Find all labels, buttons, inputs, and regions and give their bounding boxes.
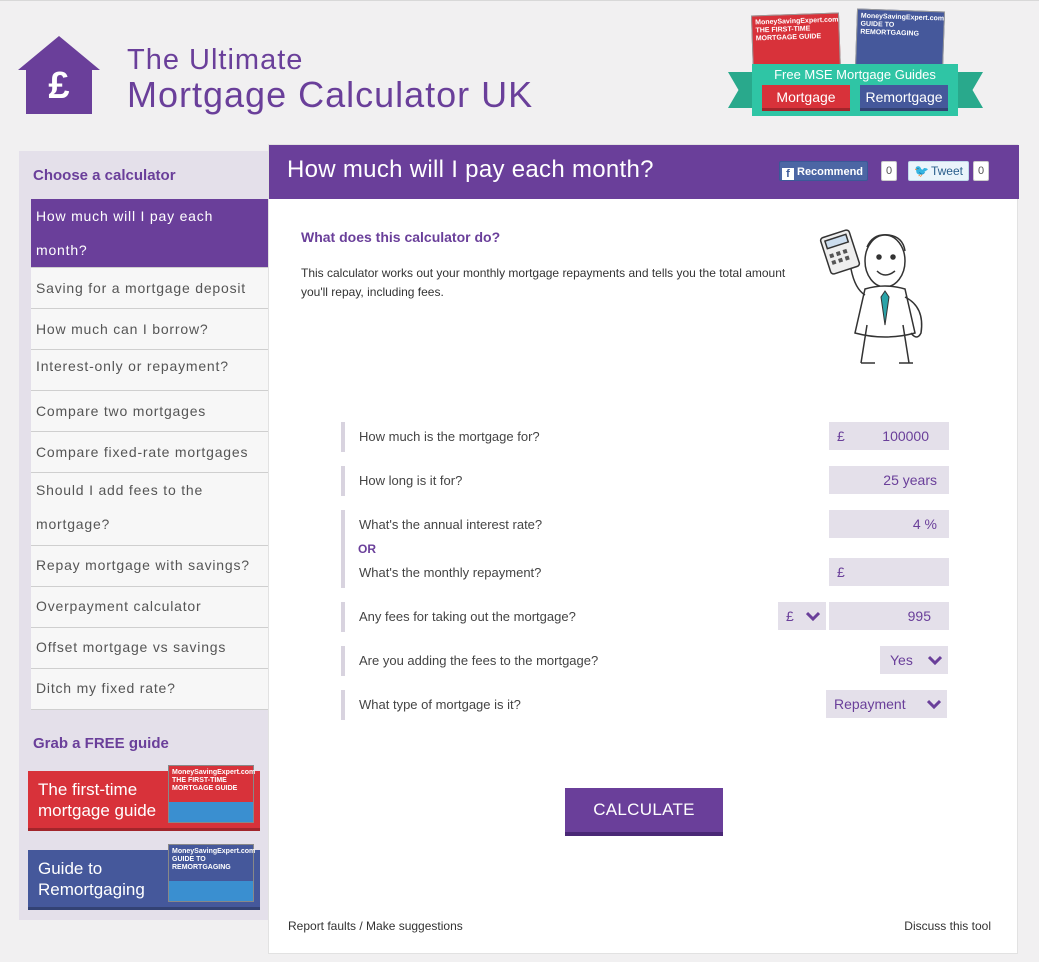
type-value: Repayment <box>834 696 906 712</box>
form-row-type: What type of mortgage is it? Repayment <box>341 690 951 720</box>
amount-label: How much is the mortgage for? <box>359 429 540 444</box>
remortgaging-guide-card[interactable]: Guide to Remortgaging MoneySavingExpert.… <box>28 844 260 910</box>
rate-label: What's the annual interest rate? <box>359 517 543 532</box>
calculator-panel: How much will I pay each month? f Recomme… <box>268 144 1019 954</box>
book-title: THE FIRST-TIME MORTGAGE GUIDE <box>172 777 238 792</box>
calculator-menu: How much will I pay each month? Saving f… <box>31 199 269 710</box>
form-row-rate-or-repayment: What's the annual interest rate? 4 % Wha… <box>341 510 951 588</box>
form-row-term: How long is it for? 25 years <box>341 466 951 496</box>
book-title: THE FIRST-TIME MORTGAGE GUIDE <box>755 25 822 43</box>
sidebar-item-compare-two[interactable]: Compare two mortgages <box>31 391 269 432</box>
discuss-tool-link[interactable]: Discuss this tool <box>904 919 991 933</box>
fees-value: 995 <box>907 608 931 624</box>
book-title: GUIDE TO REMORTGAGING <box>172 856 231 871</box>
mortgage-term-input[interactable]: 25 years <box>829 466 949 494</box>
sidebar-item-offset[interactable]: Offset mortgage vs savings <box>31 628 269 669</box>
mortgage-guide-button[interactable]: Mortgage <box>762 85 850 111</box>
remortgage-guide-button[interactable]: Remortgage <box>860 85 948 111</box>
promo-ribbon: Free MSE Mortgage Guides Mortgage Remort… <box>728 64 983 116</box>
amount-value: 100000 <box>882 428 929 444</box>
what-does-it-do-heading: What does this calculator do? <box>301 229 501 245</box>
sidebar-heading: Choose a calculator <box>33 167 176 184</box>
sidebar-item-overpayment[interactable]: Overpayment calculator <box>31 587 269 628</box>
man-with-calculator-illustration-icon <box>819 229 923 364</box>
add-fees-value: Yes <box>890 652 913 668</box>
tweet-label: Tweet <box>930 164 963 178</box>
add-fees-label: Are you adding the fees to the mortgage? <box>359 653 599 668</box>
book-brand: MoneySavingExpert.com <box>172 848 256 855</box>
monthly-repayment-input[interactable]: £ <box>829 558 949 586</box>
remortgaging-guide-thumb: MoneySavingExpert.com GUIDE TO REMORTGAG… <box>168 844 256 902</box>
promo-label: Free MSE Mortgage Guides <box>774 67 936 82</box>
book-band <box>169 802 253 822</box>
form-row-amount: How much is the mortgage for? £ 100000 <box>341 422 951 452</box>
fees-unit-value: £ <box>786 608 794 624</box>
recommend-count: 0 <box>881 161 898 181</box>
add-fees-select[interactable]: Yes <box>880 646 948 674</box>
calculate-button[interactable]: CALCULATE <box>565 788 723 836</box>
top-border <box>0 0 1039 1</box>
pound-prefix: £ <box>837 564 845 580</box>
pound-prefix: £ <box>837 428 845 444</box>
remortgaging-guide-label: Guide to Remortgaging <box>38 859 145 899</box>
chevron-down-icon <box>928 655 942 665</box>
repayment-label: What's the monthly repayment? <box>359 565 542 580</box>
term-value: 25 years <box>883 472 937 488</box>
sidebar-item-interest-only[interactable]: Interest-only or repayment? <box>31 350 269 391</box>
type-label: What type of mortgage is it? <box>359 697 521 712</box>
sidebar-item-borrow[interactable]: How much can I borrow? <box>31 309 269 350</box>
sidebar-item-add-fees[interactable]: Should I add fees to the mortgage? <box>31 473 269 546</box>
sidebar-item-deposit[interactable]: Saving for a mortgage deposit <box>31 268 269 309</box>
rate-value: 4 % <box>912 516 937 532</box>
term-label: How long is it for? <box>359 473 463 488</box>
first-time-guide-card[interactable]: The first-time mortgage guide MoneySavin… <box>28 765 260 831</box>
chevron-down-icon <box>927 699 941 709</box>
facebook-recommend-button[interactable]: f Recommend <box>779 161 869 181</box>
chevron-down-icon <box>806 611 820 621</box>
form-row-fees: Any fees for taking out the mortgage? £ … <box>341 602 951 632</box>
report-faults-link[interactable]: Report faults / Make suggestions <box>288 919 463 933</box>
pound-house-logo-icon: £ <box>18 36 100 114</box>
twitter-bird-icon: 🐦 <box>914 164 929 178</box>
tweet-button[interactable]: 🐦 Tweet <box>908 161 969 181</box>
interest-rate-input[interactable]: 4 % <box>829 510 949 538</box>
facebook-icon: f <box>782 168 794 180</box>
calculator-description: This calculator works out your monthly m… <box>301 266 786 299</box>
site-title-line1: The Ultimate <box>127 44 304 76</box>
tweet-count: 0 <box>973 161 990 181</box>
first-time-guide-thumb: MoneySavingExpert.com THE FIRST-TIME MOR… <box>168 765 256 823</box>
book-title: GUIDE TO REMORTGAGING <box>860 20 920 38</box>
or-separator: OR <box>358 542 376 556</box>
book-brand: MoneySavingExpert.com <box>172 769 256 776</box>
site-title-line2: Mortgage Calculator UK <box>127 74 534 115</box>
first-time-guide-label: The first-time mortgage guide <box>38 780 157 820</box>
form-row-add-fees: Are you adding the fees to the mortgage?… <box>341 646 951 676</box>
recommend-label: Recommend <box>797 166 864 178</box>
svg-text:£: £ <box>48 65 69 107</box>
fees-label: Any fees for taking out the mortgage? <box>359 609 576 624</box>
mse-guides-promo: MoneySavingExpert.com THE FIRST-TIME MOR… <box>728 8 983 120</box>
page-title: How much will I pay each month? <box>287 156 654 183</box>
sidebar: Choose a calculator How much will I pay … <box>19 151 269 920</box>
sidebar-item-monthly-payment[interactable]: How much will I pay each month? <box>31 199 269 268</box>
sidebar-item-repay-savings[interactable]: Repay mortgage with savings? <box>31 546 269 587</box>
remortgaging-guide-cover: MoneySavingExpert.com GUIDE TO REMORTGAG… <box>854 8 946 72</box>
guide-heading: Grab a FREE guide <box>33 735 169 752</box>
fees-unit-select[interactable]: £ <box>778 602 826 630</box>
sidebar-item-fixed-rate[interactable]: Compare fixed-rate mortgages <box>31 432 269 473</box>
sidebar-item-ditch-fixed[interactable]: Ditch my fixed rate? <box>31 669 269 710</box>
panel-header: How much will I pay each month? f Recomme… <box>269 145 1019 199</box>
book-band <box>169 881 253 901</box>
mortgage-type-select[interactable]: Repayment <box>826 690 947 718</box>
mortgage-amount-input[interactable]: £ 100000 <box>829 422 949 450</box>
fees-amount-input[interactable]: 995 <box>829 602 949 630</box>
